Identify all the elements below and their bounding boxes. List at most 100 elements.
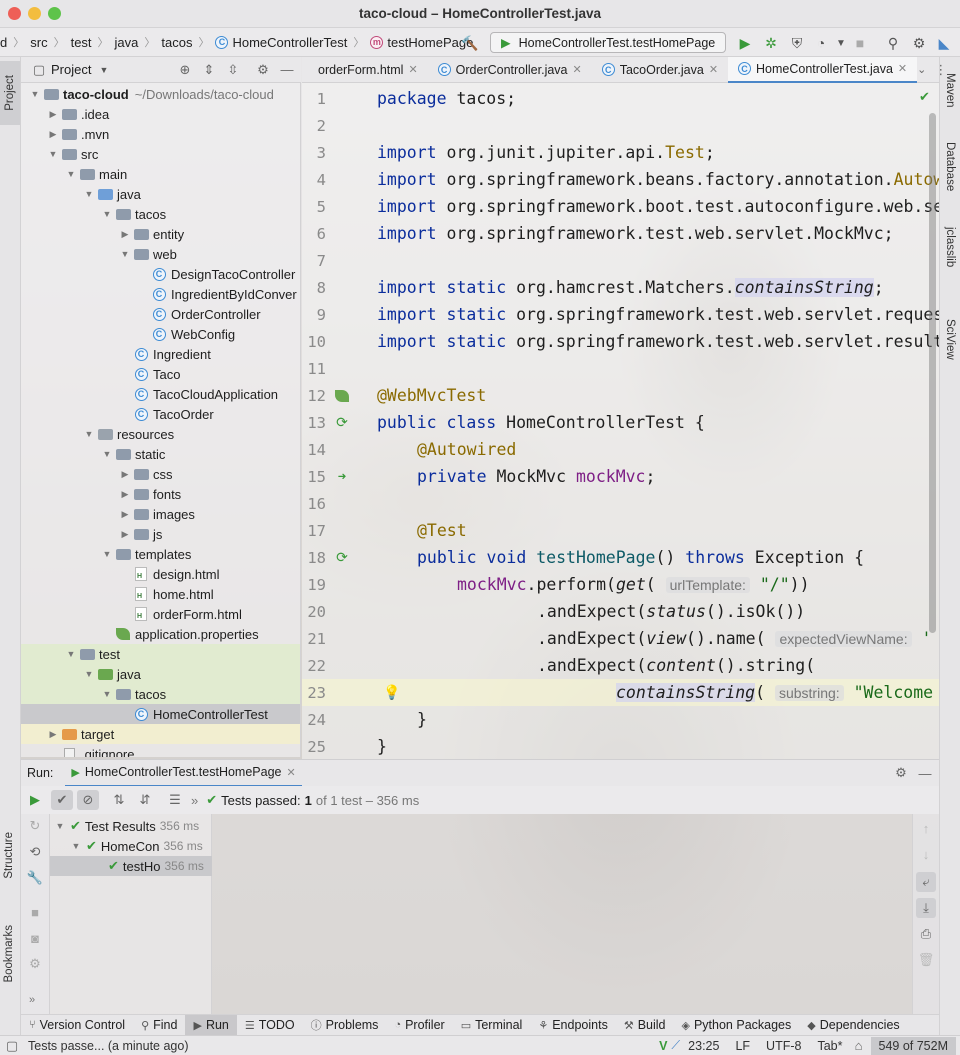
editor-tab[interactable]: C OrderController.java ✕	[428, 57, 592, 83]
close-icon[interactable]: ✕	[573, 63, 582, 76]
wrench-icon[interactable]: 🔧	[27, 870, 43, 886]
project-tree-item[interactable]: ▼ tacos	[21, 684, 300, 704]
coverage-icon[interactable]: ⛨	[788, 34, 806, 52]
tool-window-button[interactable]: ◈ Python Packages	[674, 1015, 800, 1036]
expand-all-icon[interactable]: ☰	[167, 792, 183, 808]
search-icon[interactable]: ⚲	[884, 34, 902, 52]
project-tree-item[interactable]: ▶ .idea	[21, 104, 300, 124]
more-icon[interactable]: ⋮	[934, 62, 947, 78]
chevron-right-icon[interactable]: ▶	[119, 489, 131, 500]
run-configuration-select[interactable]: ▶ HomeControllerTest.testHomePage ▼	[490, 32, 726, 53]
file-encoding[interactable]: UTF-8	[758, 1039, 809, 1053]
breadcrumb-class[interactable]: C HomeControllerTest	[211, 35, 351, 50]
tool-window-button[interactable]: ▭ Terminal	[453, 1015, 531, 1036]
memory-indicator[interactable]: 549 of 752M	[870, 1036, 956, 1055]
locate-icon[interactable]: ⊕	[177, 62, 193, 78]
gear-icon[interactable]: ⚙	[910, 34, 928, 52]
chevron-down-icon[interactable]: ▼	[83, 429, 95, 439]
project-tree-item[interactable]: C DesignTacoController	[21, 264, 300, 284]
project-tree-item[interactable]: ▶ js	[21, 524, 300, 544]
database-tool-button[interactable]: Database	[944, 142, 956, 194]
project-tree-item[interactable]: ▶ target	[21, 724, 300, 744]
tool-window-button[interactable]: ◔ Profiler	[386, 1015, 452, 1036]
tool-window-button[interactable]: ⚘ Endpoints	[530, 1015, 615, 1036]
breadcrumb-item[interactable]: src	[26, 35, 51, 50]
tool-window-button[interactable]: ⚲ Find	[133, 1015, 185, 1036]
soft-wrap-icon[interactable]: ⤶	[916, 872, 936, 892]
stop-icon[interactable]: ■	[851, 34, 869, 52]
project-panel-title[interactable]: Project	[51, 62, 91, 77]
bookmarks-tool-button[interactable]: Bookmarks	[3, 925, 15, 986]
hide-panel-icon[interactable]: —	[279, 62, 295, 78]
more-run-options-icon[interactable]: ▼	[832, 34, 850, 52]
scroll-to-end-icon[interactable]: ⤓	[916, 898, 936, 918]
editor-tab-active[interactable]: C HomeControllerTest.java ✕	[728, 56, 918, 83]
chevron-down-icon[interactable]: ▼	[29, 89, 41, 99]
close-icon[interactable]: ✕	[709, 63, 718, 76]
expand-all-icon[interactable]: ⇕	[201, 62, 217, 78]
chevron-right-icon[interactable]: ▶	[47, 129, 59, 140]
print-icon[interactable]: ⎙	[918, 926, 934, 942]
lock-icon[interactable]: ⌂	[851, 1038, 867, 1054]
chevron-right-icon[interactable]: ▶	[119, 469, 131, 480]
sort-by-duration-icon[interactable]: ⇵	[137, 792, 153, 808]
chevron-down-icon[interactable]: ▼	[83, 189, 95, 199]
project-tree-item[interactable]: ▼ taco-cloud ~/Downloads/taco-cloud	[21, 84, 300, 104]
structure-tool-button[interactable]: Structure	[3, 832, 15, 882]
no-problems-check-icon[interactable]: ✔	[919, 89, 930, 105]
project-tree-item[interactable]: C IngredientByIdConver	[21, 284, 300, 304]
chevron-down-icon[interactable]: ▼	[83, 669, 95, 679]
project-tree-item[interactable]: application.properties	[21, 624, 300, 644]
project-tree-item[interactable]: ▼ src	[21, 144, 300, 164]
close-icon[interactable]: ✕	[408, 63, 417, 76]
breadcrumb-item[interactable]: test	[67, 35, 96, 50]
project-tree-item[interactable]: C Taco	[21, 364, 300, 384]
project-tree-item[interactable]: ▼ static	[21, 444, 300, 464]
more-icon[interactable]: »	[29, 994, 35, 1006]
project-tree-item[interactable]: ▼ resources	[21, 424, 300, 444]
toggle-auto-test-icon[interactable]: ⟲	[27, 844, 43, 860]
project-tree-item[interactable]: orderForm.html	[21, 604, 300, 624]
chevron-down-icon[interactable]: ▼	[101, 549, 113, 559]
project-tree-item[interactable]: ▶ fonts	[21, 484, 300, 504]
tab-list-chevron-icon[interactable]: ⌄	[917, 62, 926, 78]
project-tree-item[interactable]: ▼ java	[21, 184, 300, 204]
build-hammer-icon[interactable]: 🔨	[461, 34, 479, 52]
editor-tab[interactable]: orderForm.html ✕	[302, 57, 428, 83]
chevron-down-icon[interactable]: ▼	[99, 65, 108, 75]
sciview-tool-button[interactable]: SciView	[944, 319, 956, 363]
project-tree-item[interactable]: ▼ templates	[21, 544, 300, 564]
chevron-down-icon[interactable]: ▼	[47, 149, 59, 159]
project-tree-item[interactable]: home.html	[21, 584, 300, 604]
run-icon[interactable]: ▶	[736, 34, 754, 52]
cursor-position[interactable]: 23:25	[680, 1039, 727, 1053]
chevron-right-icon[interactable]: ▶	[47, 109, 59, 120]
jclasslib-tool-button[interactable]: jclasslib	[944, 227, 956, 270]
trash-icon[interactable]: 🗑	[918, 952, 935, 968]
vcs-check-icon[interactable]: V	[659, 1039, 667, 1053]
project-tree-item[interactable]: ▶ images	[21, 504, 300, 524]
show-ignored-icon[interactable]: ⊘	[77, 790, 99, 810]
project-tree-item[interactable]: .gitignore	[21, 744, 300, 757]
chevron-down-icon[interactable]: ▼	[65, 169, 77, 179]
close-icon[interactable]: ✕	[898, 62, 907, 75]
hide-panel-icon[interactable]: —	[917, 765, 933, 781]
project-tree-item[interactable]: ▼ test	[21, 644, 300, 664]
test-result-row[interactable]: ▼ ✔ Test Results 356 ms	[50, 816, 212, 836]
chevron-down-icon[interactable]: ▼	[65, 649, 77, 659]
camera-icon[interactable]: ◙	[27, 930, 43, 946]
editor-scrollbar[interactable]	[929, 113, 936, 633]
plugin-logo-icon[interactable]: ◣	[935, 34, 953, 52]
tool-window-button[interactable]: ☰ TODO	[237, 1015, 303, 1036]
chevron-down-icon[interactable]: ▼	[101, 209, 113, 219]
indent-setting[interactable]: Tab*	[809, 1039, 850, 1053]
collapse-all-icon[interactable]: ⇳	[225, 62, 241, 78]
tool-window-button[interactable]: ◆ Dependencies	[799, 1015, 907, 1036]
arrow-down-icon[interactable]: ↓	[918, 846, 934, 862]
chevron-down-icon[interactable]: ▼	[101, 449, 113, 459]
tool-window-button[interactable]: ⚒ Build	[616, 1015, 674, 1036]
chevron-right-icon[interactable]: ▶	[119, 509, 131, 520]
rerun-failed-icon[interactable]: ↻	[27, 818, 43, 834]
tool-window-button[interactable]: ⓘ Problems	[303, 1015, 387, 1036]
spring-bean-icon[interactable]	[334, 388, 350, 404]
